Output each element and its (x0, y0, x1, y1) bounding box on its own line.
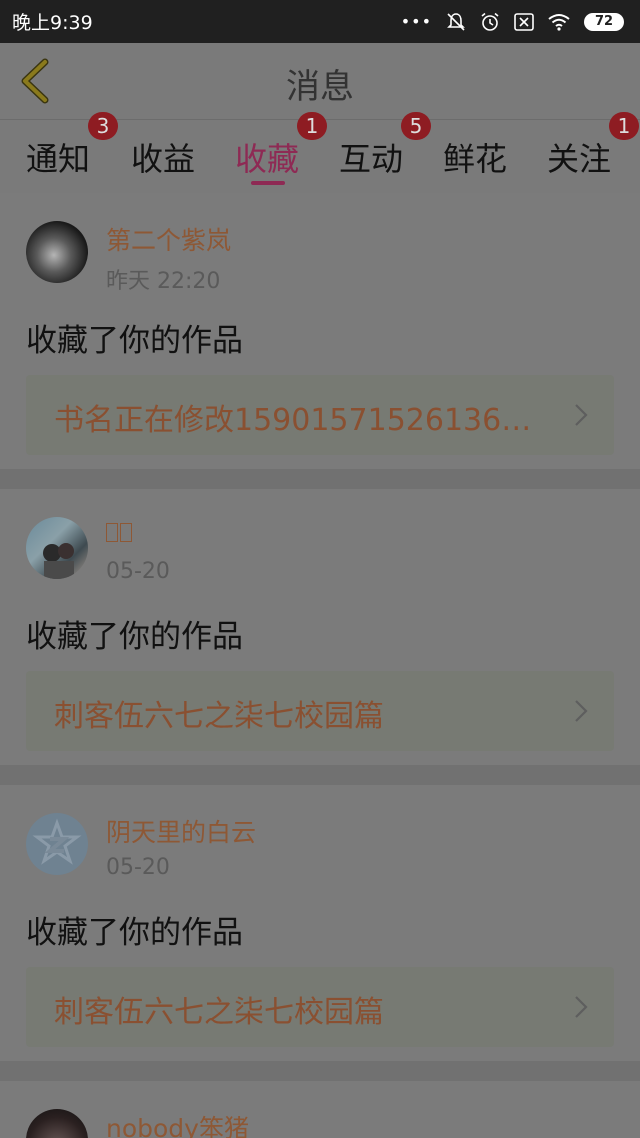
tab-follows-badge: 1 (609, 112, 639, 140)
action-text: 收藏了你的作品 (26, 323, 243, 359)
unknown-glyph-icon (120, 523, 132, 542)
timestamp: 05-20 (106, 855, 170, 880)
tab-favorites[interactable]: 收藏 (235, 134, 299, 180)
book-link[interactable]: 书名正在修改15901571526136… (26, 375, 614, 455)
tab-earnings[interactable]: 收益 (131, 134, 195, 180)
mute-bell-icon (447, 12, 465, 31)
wifi-icon (548, 13, 570, 31)
status-bar: 晚上9:39 ••• 72 (0, 0, 640, 43)
avatar-photo-icon (43, 543, 74, 579)
message-card: nobody笨猪 (0, 1081, 640, 1138)
more-dots-icon: ••• (400, 12, 432, 31)
tab-follows[interactable]: 关注 (547, 134, 611, 180)
chevron-right-icon (575, 404, 588, 426)
page-title: 消息 (286, 67, 354, 107)
username[interactable]: nobody笨猪 (106, 1109, 249, 1138)
unknown-glyph-icon (106, 523, 118, 542)
alarm-icon (481, 12, 499, 31)
tab-notifications-badge: 3 (88, 112, 118, 140)
status-time: 晚上9:39 (12, 12, 93, 34)
username[interactable]: 阴天里的白云 (106, 813, 256, 849)
battery-indicator: 72 (584, 12, 624, 31)
username[interactable]: 第二个紫岚 (106, 221, 231, 257)
header: 消息 (0, 43, 640, 120)
book-title: 刺客伍六七之柒七校园篇 (54, 995, 384, 1030)
tab-interactions[interactable]: 互动 (339, 134, 403, 180)
active-tab-indicator (251, 181, 285, 185)
tab-flowers[interactable]: 鲜花 (443, 134, 507, 180)
book-link[interactable]: 刺客伍六七之柒七校园篇 (26, 671, 614, 751)
timestamp: 昨天 22:20 (106, 269, 221, 294)
no-sim-icon (514, 12, 534, 31)
action-text: 收藏了你的作品 (26, 915, 243, 951)
action-text: 收藏了你的作品 (26, 619, 243, 655)
status-icons: ••• 72 (401, 12, 624, 32)
book-title: 刺客伍六七之柒七校园篇 (54, 699, 384, 734)
tab-bar: 通知 3 收益 收藏 1 互动 5 鲜花 关注 1 (0, 112, 640, 188)
message-card: 05-20 收藏了你的作品 刺客伍六七之柒七校园篇 (0, 489, 640, 765)
message-card: 第二个紫岚 昨天 22:20 收藏了你的作品 书名正在修改15901571526… (0, 193, 640, 469)
tab-notifications[interactable]: 通知 (26, 134, 90, 180)
divider-gap (0, 765, 640, 785)
default-avatar-icon (32, 818, 82, 865)
tab-interactions-badge: 5 (401, 112, 431, 140)
avatar[interactable] (26, 517, 88, 579)
book-title: 书名正在修改15901571526136… (54, 403, 532, 438)
avatar[interactable] (26, 813, 88, 875)
avatar[interactable] (26, 221, 88, 283)
divider-gap (0, 469, 640, 489)
chevron-right-icon (575, 996, 588, 1018)
book-link[interactable]: 刺客伍六七之柒七校园篇 (26, 967, 614, 1047)
chevron-right-icon (575, 700, 588, 722)
username[interactable] (106, 517, 132, 546)
tab-favorites-badge: 1 (297, 112, 327, 140)
avatar[interactable] (26, 1109, 88, 1138)
message-card: 阴天里的白云 05-20 收藏了你的作品 刺客伍六七之柒七校园篇 (0, 785, 640, 1061)
divider-gap (0, 1061, 640, 1081)
timestamp: 05-20 (106, 559, 170, 584)
